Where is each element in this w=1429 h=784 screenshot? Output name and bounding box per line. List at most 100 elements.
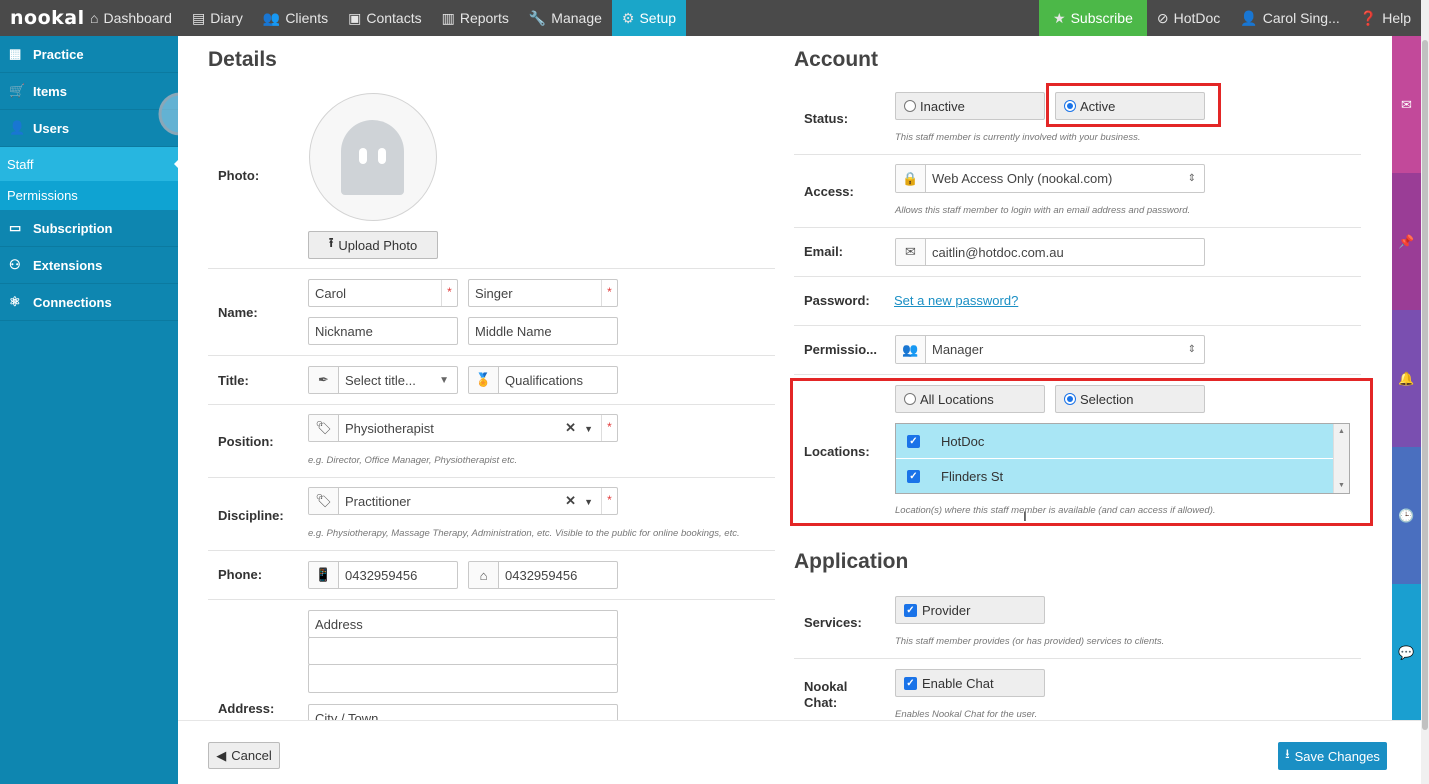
home-icon: ⌂ <box>469 562 499 588</box>
scrollbar-thumb[interactable] <box>1422 40 1428 730</box>
clear-icon[interactable]: ✕ <box>565 420 576 435</box>
sidebar-item-staff[interactable]: Staff <box>0 147 179 181</box>
caret-down-icon: ▼ <box>584 497 593 507</box>
services-hint: This staff member provides (or has provi… <box>895 636 1165 647</box>
top-nav: nookal ⌂ Dashboard ▤ Diary 👥 Clients ▣ Conta… <box>0 0 1421 36</box>
bell-icon[interactable]: 🔔 <box>1392 310 1421 447</box>
user-icon: 👤 <box>9 120 26 135</box>
nav-user-menu[interactable]: 👤 Carol Sing... <box>1230 0 1349 36</box>
first-name-field[interactable]: Carol * <box>308 279 458 307</box>
star-icon: ★ <box>1053 9 1066 26</box>
access-select[interactable]: 🔒 Web Access Only (nookal.com) ⇕ <box>895 164 1205 193</box>
highlight-locations-box <box>790 378 1373 526</box>
wallet-icon: ▭ <box>9 220 22 235</box>
sidebar-item-practice[interactable]: ▦ Practice <box>0 36 178 73</box>
application-heading: Application <box>794 550 909 573</box>
nav-help[interactable]: ❓ Help <box>1350 0 1421 36</box>
required-marker: * <box>441 280 457 306</box>
sidebar-item-items[interactable]: 🛒 Items <box>0 73 178 110</box>
page-scrollbar[interactable] <box>1421 0 1429 784</box>
envelope-icon[interactable]: ✉ <box>1392 36 1421 173</box>
wrench-icon: 🔧 <box>528 9 547 26</box>
home-phone-field[interactable]: ⌂ 0432959456 <box>468 561 618 589</box>
nav-manage[interactable]: 🔧 Manage <box>519 0 612 36</box>
password-label: Password: <box>804 293 870 308</box>
sort-icon: ⇕ <box>1187 173 1196 184</box>
tag-icon: 🏷 <box>309 415 339 441</box>
status-hint: This staff member is currently involved … <box>895 132 1141 143</box>
middle-name-field[interactable]: Middle Name <box>468 317 618 345</box>
chat-bubble-icon[interactable]: 💬 <box>1392 584 1421 721</box>
feather-icon: ✒ <box>309 367 339 393</box>
discipline-select[interactable]: 🏷 Practitioner ✕ ▼ * <box>308 487 618 515</box>
gamepad-icon: ⚇ <box>9 257 21 272</box>
sidebar-item-extensions[interactable]: ⚇ Extensions <box>0 247 178 284</box>
users-icon: 👥 <box>262 9 281 26</box>
required-marker: * <box>601 280 617 306</box>
discipline-label: Discipline: <box>218 508 284 523</box>
position-select[interactable]: 🏷 Physiotherapist ✕ ▼ * <box>308 414 618 442</box>
address-line-3-field[interactable] <box>308 664 618 693</box>
position-hint: e.g. Director, Office Manager, Physiothe… <box>308 455 518 466</box>
city-field[interactable]: City / Town <box>308 704 618 720</box>
envelope-icon: ✉ <box>896 239 926 265</box>
nav-reports[interactable]: ▥ Reports <box>432 0 519 36</box>
title-label: Title: <box>218 373 249 388</box>
nav-diary[interactable]: ▤ Diary <box>182 0 253 36</box>
address-line-2-field[interactable] <box>308 637 618 665</box>
cancel-button[interactable]: ◀ Cancel <box>208 742 280 769</box>
nookal-logo[interactable]: nookal <box>0 0 84 36</box>
atom-icon: ⚛ <box>9 294 21 309</box>
mobile-phone-field[interactable]: 📱 0432959456 <box>308 561 458 589</box>
nav-contacts[interactable]: ▣ Contacts <box>338 0 431 36</box>
title-select[interactable]: ✒ Select title... ▼ <box>308 366 458 394</box>
chat-hint: Enables Nookal Chat for the user. <box>895 709 1038 720</box>
contact-card-icon: ▣ <box>348 9 362 26</box>
status-inactive-radio[interactable]: Inactive <box>895 92 1045 120</box>
email-field[interactable]: ✉ caitlin@hotdoc.com.au <box>895 238 1205 266</box>
sidebar-item-users[interactable]: 👤 Users <box>0 110 178 147</box>
discipline-hint: e.g. Physiotherapy, Massage Therapy, Adm… <box>308 528 740 539</box>
building-icon: ▦ <box>9 46 22 61</box>
set-password-link[interactable]: Set a new password? <box>894 293 1018 308</box>
book-icon: ▤ <box>191 9 206 26</box>
nav-dashboard[interactable]: ⌂ Dashboard <box>80 0 182 36</box>
nav-hotdoc[interactable]: ⊘ HotDoc <box>1147 0 1230 36</box>
details-heading: Details <box>208 48 277 71</box>
save-changes-button[interactable]: ⭳ Save Changes <box>1278 742 1387 770</box>
permissions-label: Permissio... <box>804 342 877 357</box>
address-label: Address: <box>218 701 275 716</box>
sidebar-item-subscription[interactable]: ▭ Subscription <box>0 210 178 247</box>
upload-icon: ⭱ <box>328 235 334 250</box>
services-label: Services: <box>804 615 862 630</box>
gear-icon: ⚙ <box>621 9 635 26</box>
nav-setup[interactable]: ⚙ Setup <box>611 0 687 36</box>
last-name-field[interactable]: Singer * <box>468 279 618 307</box>
enable-chat-checkbox[interactable]: ✓ Enable Chat <box>895 669 1045 697</box>
sidebar-item-connections[interactable]: ⚛ Connections <box>0 284 178 321</box>
caret-down-icon: ▼ <box>584 424 593 434</box>
nav-subscribe[interactable]: ★ Subscribe <box>1039 0 1147 36</box>
clear-icon[interactable]: ✕ <box>565 493 576 508</box>
avatar <box>309 93 437 221</box>
qualifications-field[interactable]: 🏅 Qualifications <box>468 366 618 394</box>
access-hint: Allows this staff member to login with a… <box>895 205 1191 216</box>
sidebar-item-permissions[interactable]: Permissions <box>0 181 178 210</box>
address-line-1-field[interactable]: Address <box>308 610 618 638</box>
compass-icon: ⊘ <box>1156 9 1169 26</box>
nav-clients[interactable]: 👥 Clients <box>253 0 338 36</box>
sidebar: ▦ Practice 🛒 Items 👤 Users Staff Permission… <box>0 36 179 784</box>
clock-icon[interactable]: 🕒 <box>1392 447 1421 584</box>
nickname-field[interactable]: Nickname <box>308 317 458 345</box>
user-icon: 👤 <box>1240 9 1258 26</box>
provider-checkbox[interactable]: ✓ Provider <box>895 596 1045 624</box>
back-arrow-icon: ◀ <box>216 747 227 763</box>
photo-label: Photo: <box>218 168 260 183</box>
upload-photo-button[interactable]: ⭱ Upload Photo <box>308 231 438 259</box>
permissions-select[interactable]: 👥 Manager ⇕ <box>895 335 1205 364</box>
pin-icon[interactable]: 📌 <box>1392 173 1421 310</box>
caret-down-icon: ▼ <box>439 374 449 386</box>
bar-chart-icon: ▥ <box>441 9 455 26</box>
tag-icon: 🏷 <box>309 488 339 514</box>
position-label: Position: <box>218 434 274 449</box>
